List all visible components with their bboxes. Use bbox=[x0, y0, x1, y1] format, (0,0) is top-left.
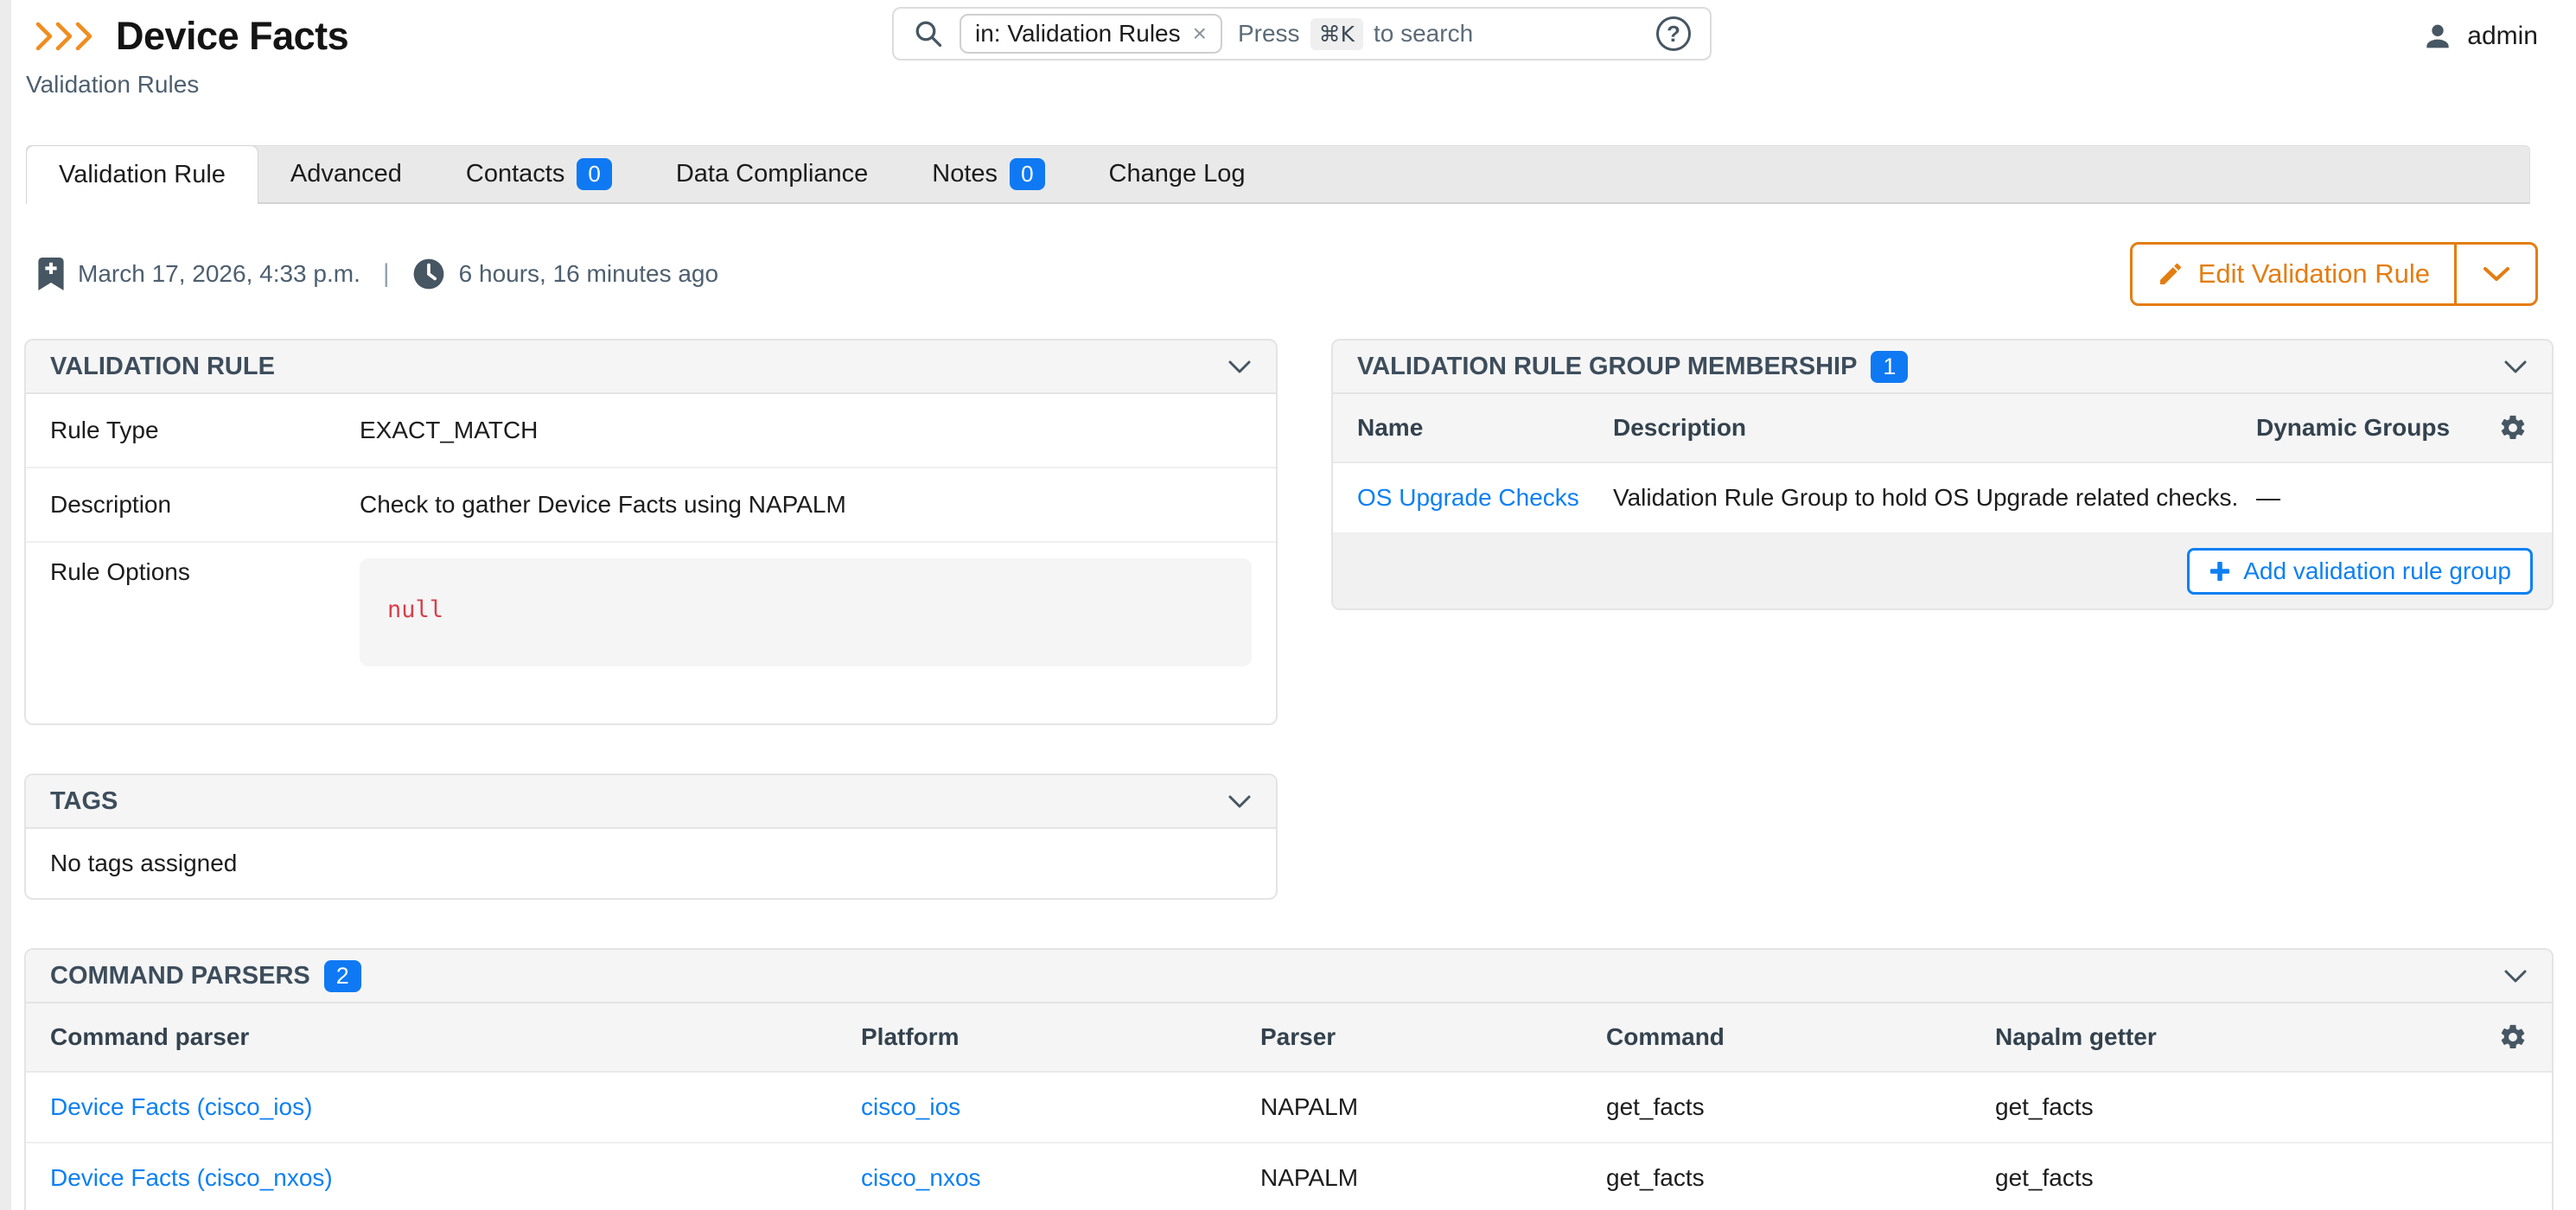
tab-contacts[interactable]: Contacts0 bbox=[434, 146, 644, 202]
membership-row: OS Upgrade Checks Validation Rule Group … bbox=[1333, 463, 2552, 534]
tab-notes[interactable]: Notes0 bbox=[900, 146, 1076, 202]
command-parser-link[interactable]: Device Facts (cisco_ios) bbox=[50, 1093, 312, 1120]
command-parsers-count-badge: 2 bbox=[324, 960, 361, 992]
collapse-chevron-icon[interactable] bbox=[1227, 360, 1252, 374]
collapse-chevron-icon[interactable] bbox=[2503, 969, 2528, 984]
add-validation-rule-group-button[interactable]: Add validation rule group bbox=[2187, 548, 2533, 595]
membership-table-header: Name Description Dynamic Groups bbox=[1333, 394, 2552, 463]
tags-panel: TAGS No tags assigned bbox=[24, 774, 1278, 900]
pencil-icon bbox=[2157, 260, 2184, 288]
search-help-icon[interactable]: ? bbox=[1656, 16, 1691, 51]
user-icon bbox=[2420, 19, 2455, 54]
command-parsers-panel: COMMAND PARSERS 2 Command parser Platfor… bbox=[24, 948, 2554, 1210]
notes-count-badge: 0 bbox=[1010, 158, 1044, 190]
command-parser-row: Device Facts (cisco_nxos) cisco_nxos NAP… bbox=[26, 1143, 2552, 1210]
command-parsers-panel-title: COMMAND PARSERS bbox=[50, 962, 310, 990]
tags-empty-text: No tags assigned bbox=[26, 829, 1276, 898]
page-title: Device Facts bbox=[116, 14, 348, 59]
chevron-down-icon bbox=[2482, 265, 2511, 283]
edit-validation-rule-split-button: Edit Validation Rule bbox=[2130, 242, 2538, 306]
gear-icon bbox=[2498, 1022, 2528, 1052]
table-settings-button[interactable] bbox=[2481, 413, 2528, 443]
updated-ago: 6 hours, 16 minutes ago bbox=[459, 260, 718, 288]
dynamic-groups-value: — bbox=[2256, 484, 2481, 512]
edit-dropdown-button[interactable] bbox=[2454, 245, 2535, 303]
command-parser-link[interactable]: Device Facts (cisco_nxos) bbox=[50, 1164, 333, 1191]
global-search-input[interactable]: in: Validation Rules × Press ⌘K to searc… bbox=[892, 7, 1712, 60]
platform-link[interactable]: cisco_nxos bbox=[861, 1164, 981, 1191]
search-filter-chip-label: in: Validation Rules bbox=[975, 20, 1181, 48]
search-filter-chip[interactable]: in: Validation Rules × bbox=[960, 14, 1222, 54]
rule-options-code: null bbox=[360, 558, 1252, 666]
created-bookmark-icon bbox=[38, 258, 64, 290]
collapse-chevron-icon[interactable] bbox=[1227, 794, 1252, 809]
nautobot-chevrons-icon[interactable] bbox=[35, 19, 97, 54]
contacts-count-badge: 0 bbox=[577, 158, 611, 190]
cmd-k-kbd: ⌘K bbox=[1310, 18, 1363, 50]
breadcrumb[interactable]: Validation Rules bbox=[0, 59, 2576, 99]
rule-options-row: Rule Options null bbox=[26, 543, 1276, 723]
validation-rule-panel: VALIDATION RULE Rule Type EXACT_MATCH De… bbox=[24, 339, 1278, 725]
created-timestamp: March 17, 2026, 4:33 p.m. bbox=[78, 260, 360, 288]
tab-advanced[interactable]: Advanced bbox=[258, 146, 434, 202]
description-value: Check to gather Device Facts using NAPAL… bbox=[360, 491, 1252, 519]
group-membership-panel-title: VALIDATION RULE GROUP MEMBERSHIP bbox=[1357, 353, 1857, 381]
membership-count-badge: 1 bbox=[1871, 351, 1908, 383]
search-placeholder: Press ⌘K to search bbox=[1238, 18, 1473, 50]
user-menu[interactable]: admin bbox=[2420, 19, 2538, 54]
platform-link[interactable]: cisco_ios bbox=[861, 1093, 960, 1120]
clock-icon bbox=[412, 258, 445, 290]
plus-icon bbox=[2209, 560, 2231, 583]
rule-type-value: EXACT_MATCH bbox=[360, 417, 1252, 444]
username: admin bbox=[2467, 22, 2538, 51]
tab-data-compliance[interactable]: Data Compliance bbox=[644, 146, 900, 202]
edit-validation-rule-button[interactable]: Edit Validation Rule bbox=[2133, 245, 2454, 303]
collapsed-sidebar-edge[interactable] bbox=[0, 0, 11, 1210]
description-row: Description Check to gather Device Facts… bbox=[26, 468, 1276, 543]
search-icon bbox=[913, 18, 944, 49]
tab-change-log[interactable]: Change Log bbox=[1077, 146, 1278, 202]
page-header: Device Facts Validation Rules in: Valida… bbox=[0, 0, 2576, 104]
gear-icon bbox=[2498, 413, 2528, 443]
group-membership-panel: VALIDATION RULE GROUP MEMBERSHIP 1 Name … bbox=[1331, 339, 2554, 610]
chip-close-icon[interactable]: × bbox=[1193, 20, 1207, 48]
command-parser-row: Device Facts (cisco_ios) cisco_ios NAPAL… bbox=[26, 1073, 2552, 1143]
timestamps: March 17, 2026, 4:33 p.m. | 6 hours, 16 … bbox=[38, 258, 718, 290]
group-link[interactable]: OS Upgrade Checks bbox=[1357, 484, 1579, 511]
collapse-chevron-icon[interactable] bbox=[2503, 360, 2528, 374]
command-parsers-table-header: Command parser Platform Parser Command N… bbox=[26, 1003, 2552, 1073]
rule-type-row: Rule Type EXACT_MATCH bbox=[26, 394, 1276, 468]
tags-panel-title: TAGS bbox=[50, 787, 118, 816]
table-settings-button[interactable] bbox=[2481, 1022, 2528, 1052]
detail-tabs: Validation Rule Advanced Contacts0 Data … bbox=[26, 145, 2530, 204]
validation-rule-panel-title: VALIDATION RULE bbox=[50, 353, 275, 381]
tab-validation-rule[interactable]: Validation Rule bbox=[26, 145, 258, 204]
